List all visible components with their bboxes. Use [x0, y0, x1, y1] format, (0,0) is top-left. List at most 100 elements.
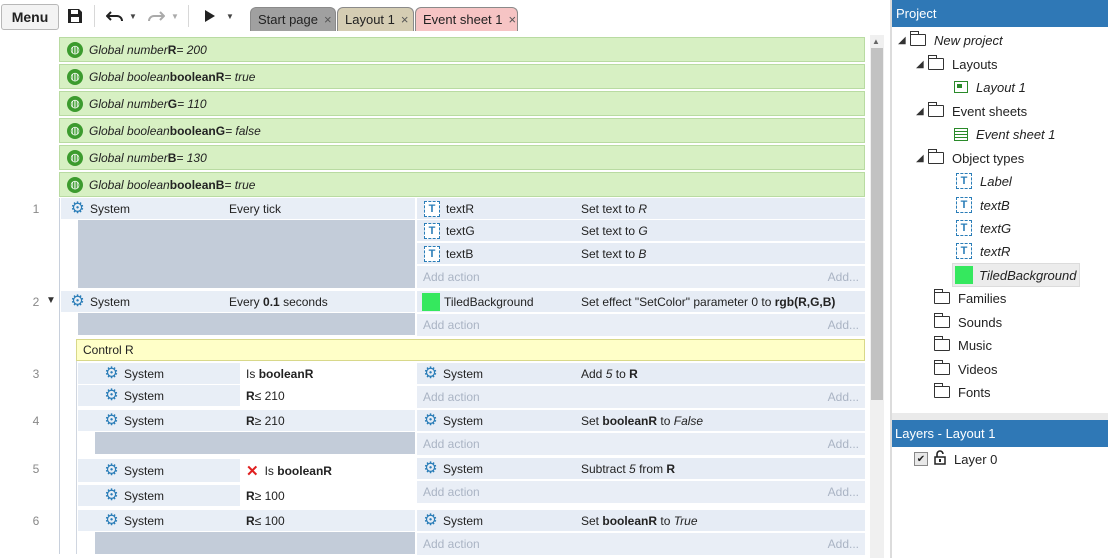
- add-action-link[interactable]: Add action: [417, 318, 480, 332]
- unlock-icon[interactable]: [934, 450, 946, 468]
- scrollbar-thumb[interactable]: [871, 48, 883, 400]
- undo-icon[interactable]: [104, 4, 126, 28]
- group-header[interactable]: Control R: [76, 339, 865, 361]
- add-link[interactable]: Add...: [828, 318, 865, 332]
- condition-text[interactable]: R ≥ 100: [240, 485, 415, 507]
- play-icon[interactable]: [202, 4, 218, 28]
- add-action-link[interactable]: Add action: [417, 270, 480, 284]
- tree-item-object-selected[interactable]: TiledBackground: [952, 263, 1080, 287]
- add-action-link[interactable]: Add action: [417, 437, 480, 451]
- global-variable-row[interactable]: ◍ Global number G = 110: [59, 91, 865, 116]
- action-text[interactable]: Subtract 5 from R: [575, 458, 865, 480]
- action-text[interactable]: Set text to G: [575, 220, 865, 242]
- action-text[interactable]: Set text to B: [575, 243, 865, 265]
- global-variable-row[interactable]: ◍ Global number B = 130: [59, 145, 865, 170]
- menu-button[interactable]: Menu: [1, 4, 59, 30]
- event-empty-area[interactable]: [78, 313, 415, 335]
- tree-item-object[interactable]: T textR: [954, 240, 1010, 262]
- global-variable-row[interactable]: ◍ Global boolean booleanG = false: [59, 118, 865, 143]
- tree-item-sounds[interactable]: Sounds: [933, 311, 1002, 333]
- play-dropdown-icon[interactable]: ▼: [225, 4, 235, 28]
- add-link[interactable]: Add...: [828, 390, 865, 404]
- close-icon[interactable]: ×: [401, 12, 409, 27]
- action-text[interactable]: Set effect "SetColor" parameter 0 to rgb…: [575, 291, 865, 313]
- action-object[interactable]: ⚙ System: [417, 410, 575, 432]
- condition-object[interactable]: ⚙ System: [61, 291, 223, 313]
- add-action-row[interactable]: Add action Add...: [417, 433, 865, 455]
- condition-object[interactable]: ⚙ System: [78, 459, 240, 483]
- condition-text[interactable]: R ≥ 210: [240, 410, 415, 432]
- expand-arrow-icon[interactable]: ◢: [916, 106, 928, 117]
- tree-item-layouts[interactable]: ◢ Layouts: [916, 53, 998, 75]
- tree-item-object-types[interactable]: ◢ Object types: [916, 147, 1024, 169]
- tree-item-event-sheet-1[interactable]: Event sheet 1: [954, 123, 1056, 145]
- collapse-arrow-icon[interactable]: ▼: [46, 295, 56, 306]
- event-empty-area[interactable]: [95, 432, 415, 454]
- tree-item-object[interactable]: T textB: [954, 194, 1010, 216]
- tree-item-new-project[interactable]: ◢ New project: [898, 29, 1003, 51]
- tree-item-families[interactable]: Families: [933, 287, 1006, 309]
- save-icon[interactable]: [63, 4, 87, 28]
- condition-text[interactable]: Every tick: [223, 198, 415, 220]
- close-icon[interactable]: ×: [509, 12, 517, 27]
- action-text[interactable]: Set booleanR to True: [575, 510, 865, 532]
- expand-arrow-icon[interactable]: ◢: [916, 59, 928, 70]
- tree-item-event-sheets[interactable]: ◢ Event sheets: [916, 100, 1027, 122]
- add-action-row[interactable]: Add action Add...: [417, 314, 865, 336]
- action-object[interactable]: T textR: [417, 198, 575, 220]
- action-text[interactable]: Set text to R: [575, 198, 865, 220]
- action-text[interactable]: Add 5 to R: [575, 363, 865, 385]
- tree-item-music[interactable]: Music: [933, 334, 992, 356]
- redo-dropdown-icon[interactable]: ▼: [170, 4, 180, 28]
- condition-text[interactable]: R ≤ 100: [240, 510, 415, 532]
- expand-arrow-icon[interactable]: ◢: [898, 35, 910, 46]
- tab-layout-1[interactable]: Layout 1 ×: [337, 7, 414, 31]
- action-object[interactable]: ⚙ System: [417, 458, 575, 480]
- add-action-row[interactable]: Add action Add...: [417, 266, 865, 288]
- action-object[interactable]: ⚙ System: [417, 510, 575, 532]
- undo-dropdown-icon[interactable]: ▼: [128, 4, 138, 28]
- tree-item-object[interactable]: T Label: [954, 170, 1012, 192]
- add-link[interactable]: Add...: [828, 437, 865, 451]
- add-link[interactable]: Add...: [828, 537, 865, 551]
- action-object[interactable]: ⚙ System: [417, 363, 575, 385]
- tree-item-videos[interactable]: Videos: [933, 358, 998, 380]
- action-text[interactable]: Set booleanR to False: [575, 410, 865, 432]
- add-action-row[interactable]: Add action Add...: [417, 481, 865, 503]
- condition-text[interactable]: R ≤ 210: [240, 385, 415, 407]
- action-object[interactable]: T textG: [417, 220, 575, 242]
- redo-icon[interactable]: [145, 4, 167, 28]
- global-variable-row[interactable]: ◍ Global boolean booleanB = true: [59, 172, 865, 197]
- panel-splitter[interactable]: [892, 413, 1108, 420]
- condition-object[interactable]: ⚙ System: [78, 485, 240, 507]
- condition-object[interactable]: ⚙ System: [78, 510, 240, 532]
- condition-object[interactable]: ⚙ System: [78, 410, 240, 432]
- tree-item-fonts[interactable]: Fonts: [933, 381, 991, 403]
- expand-arrow-icon[interactable]: ◢: [916, 153, 928, 164]
- add-action-link[interactable]: Add action: [417, 537, 480, 551]
- tree-item-object[interactable]: T textG: [954, 217, 1011, 239]
- add-link[interactable]: Add...: [828, 270, 865, 284]
- add-action-link[interactable]: Add action: [417, 390, 480, 404]
- add-link[interactable]: Add...: [828, 485, 865, 499]
- close-icon[interactable]: ×: [324, 12, 332, 27]
- checkbox-icon[interactable]: ✔: [914, 452, 928, 466]
- action-object[interactable]: T textB: [417, 243, 575, 265]
- condition-text[interactable]: Every 0.1 seconds: [223, 291, 415, 313]
- tab-start-page[interactable]: Start page ×: [250, 7, 336, 31]
- condition-text[interactable]: ✕ Is booleanR: [240, 459, 415, 483]
- action-object[interactable]: TiledBackground: [417, 291, 575, 313]
- add-action-link[interactable]: Add action: [417, 485, 480, 499]
- global-variable-row[interactable]: ◍ Global boolean booleanR = true: [59, 64, 865, 89]
- add-action-row[interactable]: Add action Add...: [417, 386, 865, 408]
- tab-event-sheet-1[interactable]: Event sheet 1 ×: [415, 7, 518, 31]
- add-action-row[interactable]: Add action Add...: [417, 533, 865, 555]
- global-variable-row[interactable]: ◍ Global number R = 200: [59, 37, 865, 62]
- layer-row[interactable]: ✔ Layer 0: [914, 448, 997, 470]
- tree-item-layout-1[interactable]: Layout 1: [954, 76, 1026, 98]
- scroll-up-icon[interactable]: ▲: [872, 37, 880, 46]
- condition-text[interactable]: Is booleanR: [240, 363, 415, 385]
- condition-object[interactable]: ⚙ System: [78, 385, 240, 407]
- event-empty-area[interactable]: [95, 532, 415, 554]
- condition-object[interactable]: ⚙ System: [61, 198, 223, 220]
